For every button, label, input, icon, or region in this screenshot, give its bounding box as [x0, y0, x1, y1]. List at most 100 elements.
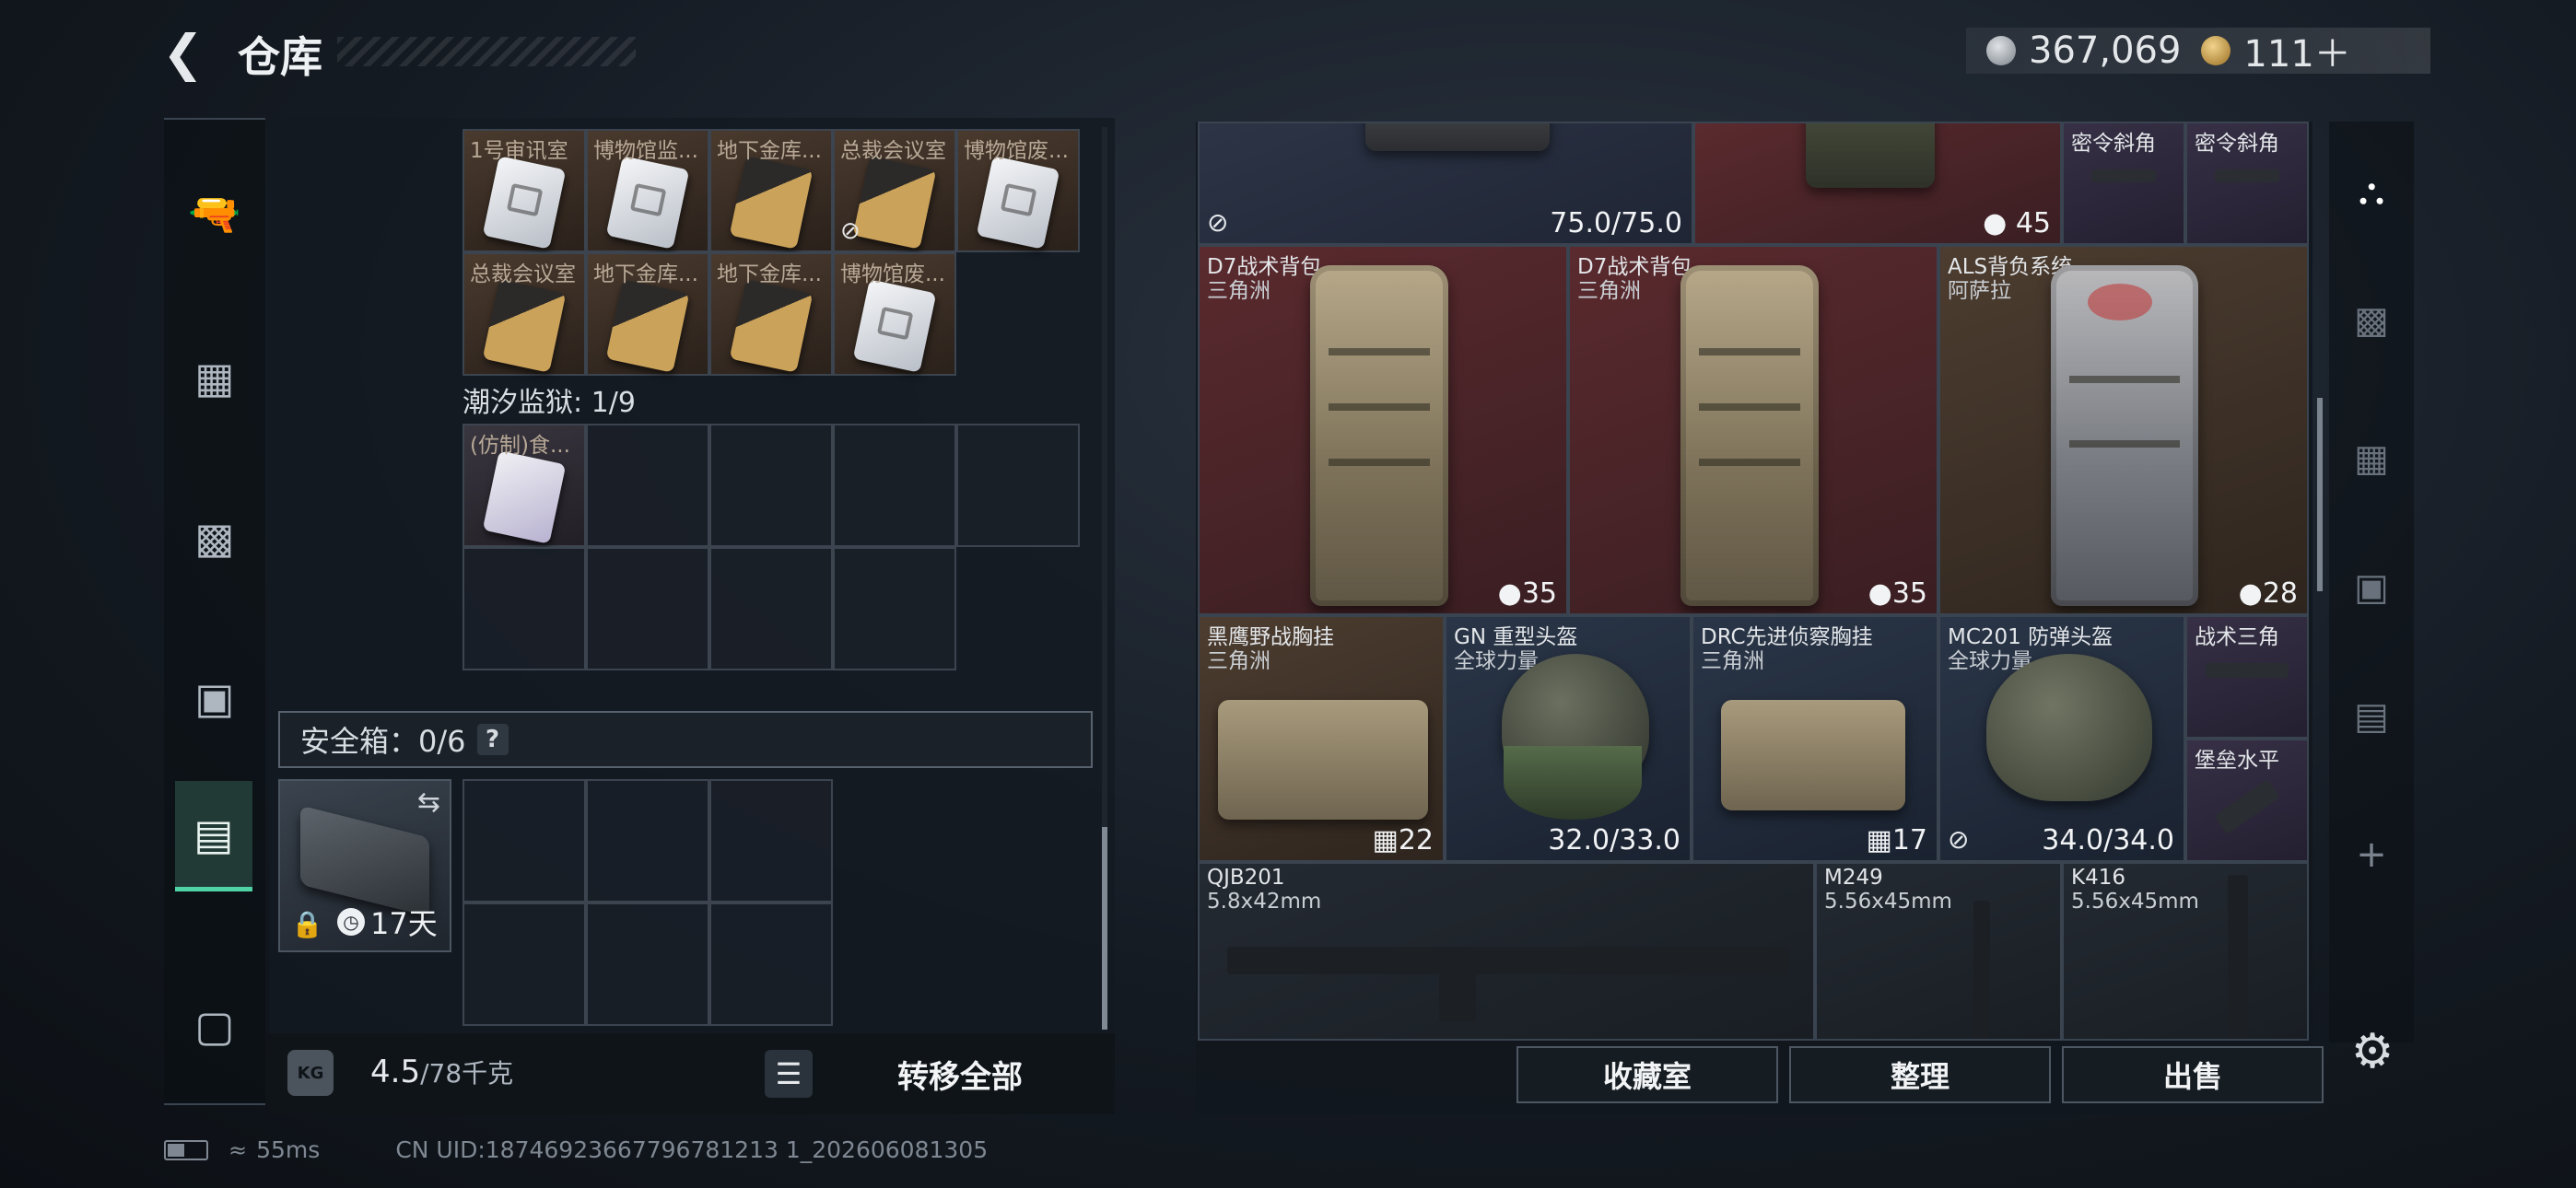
category-sidebar: 🔫 ▦ ▩ ▣ ▤ ▢: [164, 118, 265, 1105]
stash-item[interactable]: 战术三角: [2185, 615, 2309, 739]
item-image: [2091, 169, 2156, 182]
keycard-item[interactable]: 总裁会议室: [463, 252, 586, 376]
item-image: [2214, 779, 2280, 834]
item-image: [1806, 123, 1935, 188]
transfer-all-button[interactable]: 转移全部: [822, 1033, 1098, 1114]
backpack-icon[interactable]: ▣: [164, 643, 265, 753]
keycard-item[interactable]: 1号审讯室: [463, 129, 586, 252]
safe-box-header: 安全箱：0/6 ?: [278, 711, 1093, 768]
helmet-image: [1986, 654, 2152, 801]
stash-item[interactable]: ● 45: [1693, 122, 2062, 245]
list-view-button[interactable]: ☰: [765, 1050, 813, 1098]
chest-rig-icon[interactable]: ▦: [164, 322, 265, 433]
clock-icon: ◷: [337, 908, 365, 936]
keycard-item[interactable]: 总裁会议室 ⊘: [833, 129, 956, 252]
sort-button[interactable]: 整理: [1789, 1046, 2051, 1103]
silver-currency-value: 367,069: [2029, 29, 2182, 72]
keycard-image: [852, 156, 937, 250]
stash-item[interactable]: M249 5.56x45mm: [1815, 862, 2062, 1041]
keycard-item[interactable]: 地下金库...: [586, 252, 709, 376]
toolbox-icon[interactable]: ▢: [164, 971, 265, 1081]
safe-slot[interactable]: [709, 779, 833, 903]
stash-item[interactable]: DRC先进侦察胸挂 三角洲 ▦17: [1692, 615, 1938, 862]
stash-item[interactable]: ⊘ 75.0/75.0: [1198, 122, 1693, 245]
rifle-image: [2228, 875, 2248, 1039]
stash-item[interactable]: 堡垒水平: [2185, 739, 2309, 862]
empty-slot[interactable]: [463, 547, 586, 670]
prison-section-label: 潮汐监狱: 1/9: [463, 387, 636, 419]
stash-item[interactable]: D7战术背包 三角洲 ●35: [1568, 245, 1938, 615]
keycard-image: [482, 279, 567, 373]
stash-item[interactable]: QJB201 5.8x42mm: [1198, 862, 1815, 1041]
silver-coin-icon: [1986, 36, 2016, 65]
stash-item[interactable]: MC201 防弹头盔 全球力量 ⊘ 34.0/34.0: [1938, 615, 2185, 862]
keycard-item[interactable]: 地下金库...: [709, 252, 833, 376]
chest-rig-image: [1218, 700, 1428, 820]
keycard-image: [482, 156, 567, 250]
keycard-item[interactable]: 博物馆废...: [956, 129, 1080, 252]
pistol-icon[interactable]: 🔫: [164, 158, 265, 269]
level4-folder-icon[interactable]: ▦: [2329, 416, 2414, 501]
stash-item[interactable]: 密令斜角: [2185, 122, 2309, 245]
keycard-item[interactable]: 博物馆监...: [586, 129, 709, 252]
add-icon[interactable]: +: [2329, 812, 2414, 897]
armor-vest-icon[interactable]: ▩: [164, 483, 265, 593]
keycard-item[interactable]: (仿制)食...: [463, 424, 586, 547]
collection-room-button[interactable]: 收藏室: [1516, 1046, 1778, 1103]
item-image: [2206, 663, 2289, 678]
status-bar: ≈ 55ms CN UID:18746923667796781213 1_202…: [164, 1136, 988, 1163]
empty-slot[interactable]: [709, 547, 833, 670]
empty-slot[interactable]: [833, 547, 956, 670]
stash-item[interactable]: K416 5.56x45mm: [2062, 862, 2309, 1041]
empty-slot[interactable]: [833, 424, 956, 547]
sell-button[interactable]: 出售: [2062, 1046, 2324, 1103]
empty-slot[interactable]: [709, 424, 833, 547]
stash-item[interactable]: GN 重型头盔 全球力量 32.0/33.0: [1445, 615, 1692, 862]
keycard-item[interactable]: 地下金库...: [709, 129, 833, 252]
currency-bar: 367,069 111＋: [1966, 28, 2430, 76]
weight-bar: KG 4.5/78千克 ☰ 转移全部: [269, 1033, 1115, 1114]
battery-icon: [164, 1139, 208, 1160]
capacity-value: ▦22: [1372, 824, 1434, 856]
rifle-image: [1227, 947, 1789, 974]
gear-icon[interactable]: ⚙: [2340, 1024, 2405, 1083]
safe-slot[interactable]: [463, 903, 586, 1026]
keycard-image: [482, 450, 567, 544]
back-button[interactable]: ❮: [162, 28, 210, 79]
keycard-image: [729, 279, 814, 373]
gold-currency-value[interactable]: 111＋: [2243, 24, 2350, 77]
help-button[interactable]: ?: [476, 724, 509, 755]
safe-slot[interactable]: [586, 779, 709, 903]
level4-medkit-icon[interactable]: ▩: [2329, 278, 2414, 363]
stash-item[interactable]: 黑鹰野战胸挂 三角洲 ▦22: [1198, 615, 1445, 862]
safe-slot[interactable]: [709, 903, 833, 1026]
keycard-image: [729, 156, 814, 250]
swap-icon[interactable]: ⇆: [417, 786, 440, 819]
no-trade-icon: ⊘: [1207, 207, 1229, 238]
capacity-value: ●28: [2238, 577, 2298, 610]
stash-item[interactable]: 密令斜角: [2062, 122, 2185, 245]
scroll-thumb[interactable]: [1102, 827, 1107, 1030]
empty-slot[interactable]: [586, 547, 709, 670]
safe-case-slot[interactable]: ⇆ 🔒 ◷ 17天: [278, 779, 451, 952]
rifle-image: [1973, 901, 1990, 1039]
safe-slot[interactable]: [586, 903, 709, 1026]
stash-item[interactable]: ALS背负系统 阿萨拉 ●28: [1938, 245, 2309, 615]
empty-slot[interactable]: [586, 424, 709, 547]
left-scrollbar[interactable]: [1102, 127, 1107, 1030]
backpack-image: [2051, 265, 2198, 606]
safe-case-icon[interactable]: ▤: [175, 781, 252, 891]
backpack-image: [1680, 265, 1819, 606]
carry-weight: 4.5/78千克: [370, 1054, 514, 1090]
lock-icon: 🔒: [291, 909, 323, 939]
level3-gun-icon[interactable]: ▣: [2329, 545, 2414, 630]
keycard-item[interactable]: 博物馆废...: [833, 252, 956, 376]
empty-slot[interactable]: [956, 424, 1080, 547]
keycard-image: [605, 156, 690, 250]
stash-item[interactable]: D7战术背包 三角洲 ●35: [1198, 245, 1568, 615]
chest-rig-image: [1721, 700, 1905, 810]
level4-case-icon[interactable]: ▤: [2329, 674, 2414, 759]
stash-home-icon[interactable]: ⛬: [2329, 149, 2414, 234]
right-scrollbar[interactable]: [2317, 398, 2323, 591]
safe-slot[interactable]: [463, 779, 586, 903]
